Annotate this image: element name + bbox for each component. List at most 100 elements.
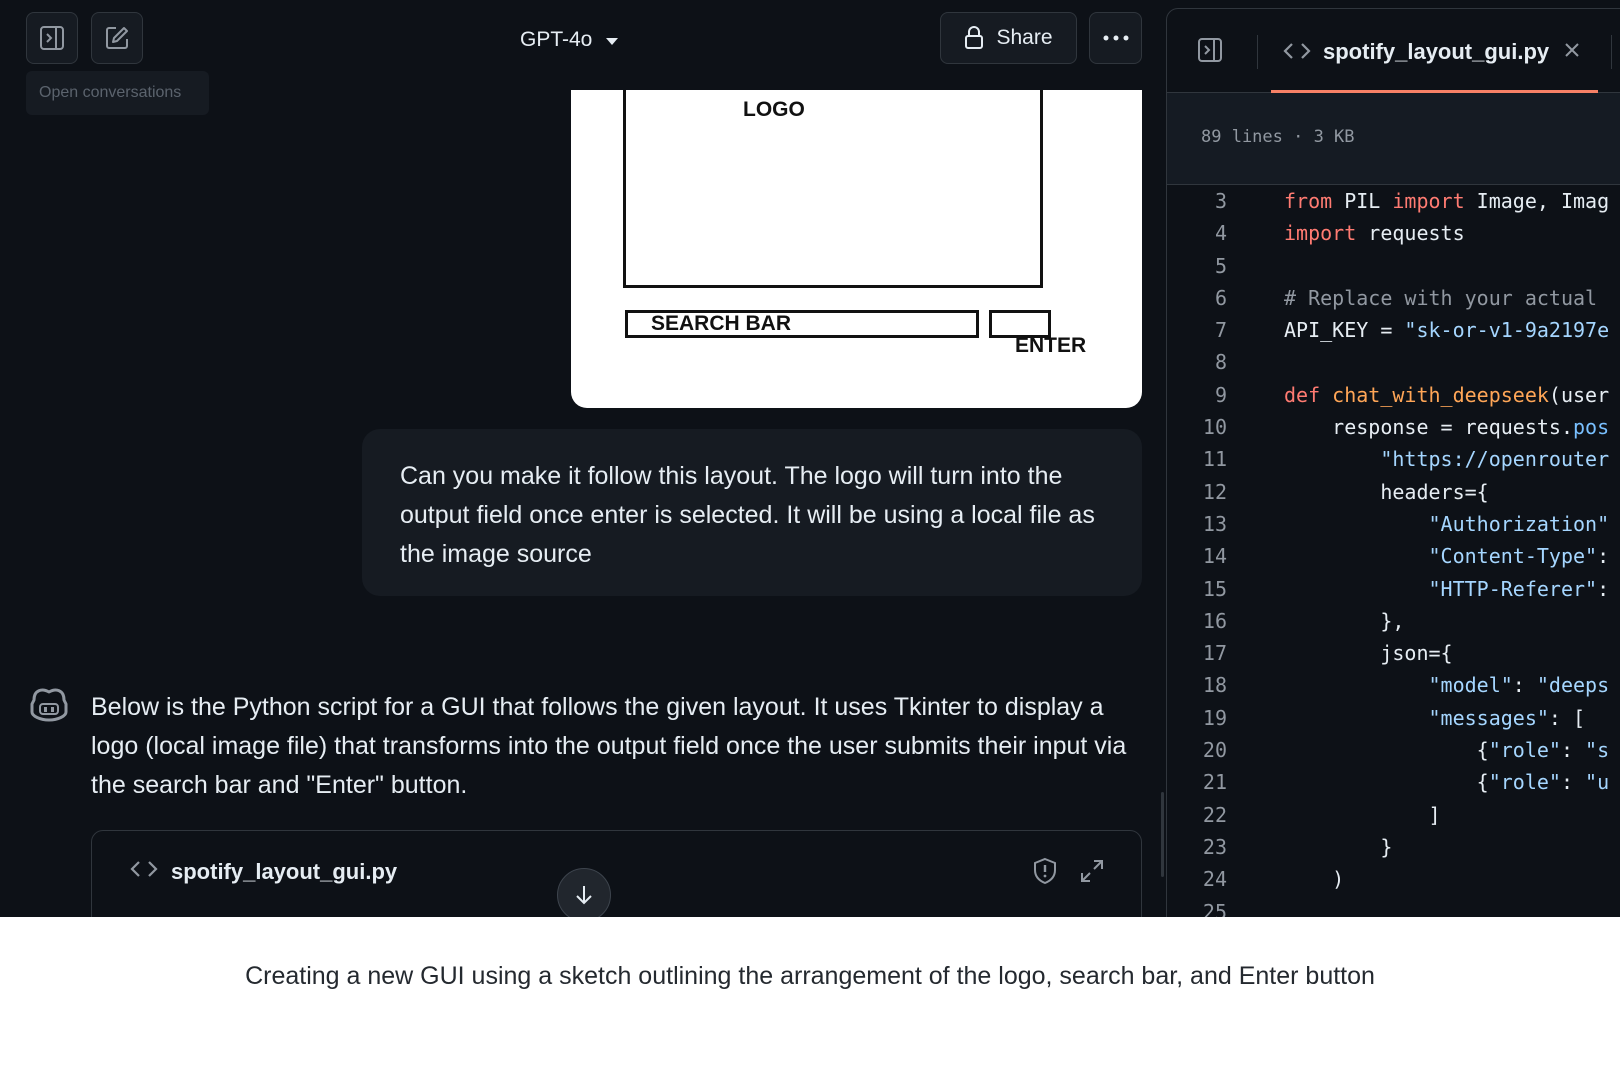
code-text: def chat_with_deepseek(user [1284,382,1610,407]
line-number: 17 [1202,641,1227,666]
shield-icon[interactable] [1032,857,1058,885]
tab-spotify-layout-gui[interactable]: spotify_layout_gui.py [1271,9,1598,93]
file-info: 89 lines · 3 KB [1167,93,1620,185]
code-text: ) [1284,867,1345,892]
code-line: 12 headers={ [1167,476,1620,508]
line-number: 13 [1202,511,1227,536]
line-number: 7 [1214,318,1227,343]
line-number: 25 [1202,899,1227,917]
new-chat-button[interactable] [91,12,143,64]
line-number: 4 [1214,221,1227,246]
scroll-to-bottom-button[interactable] [557,868,611,917]
code-line: 4 import requests [1167,217,1620,249]
code-card-filename: spotify_layout_gui.py [171,859,398,884]
line-number: 24 [1202,867,1227,892]
arrow-down-icon [576,886,592,905]
code-text: import requests [1284,221,1465,246]
close-icon[interactable] [1563,41,1581,59]
code-text: "messages": [ [1428,705,1586,730]
more-icon [1103,35,1128,41]
code-line: 16 }, [1167,605,1620,637]
code-text: API_KEY = "sk-or-v1-9a2197e [1284,318,1610,343]
code-line: 17 json={ [1167,637,1620,669]
line-number: 5 [1214,253,1227,278]
line-number: 3 [1214,189,1227,213]
code-line: 3 from PIL import Image, Imag [1167,185,1620,217]
code-line: 18 "model": "deeps [1167,669,1620,701]
share-label: Share [996,26,1053,49]
code-text: "model": "deeps [1428,673,1610,698]
code-panel-header: spotify_layout_gui.py [1167,9,1620,93]
code-text: from PIL import Image, Imag [1284,189,1610,213]
sketch-logo-label: LOGO [743,98,805,121]
share-button[interactable]: Share [940,12,1077,64]
code-line: 11 "https://openrouter [1167,443,1620,475]
tab-title: spotify_layout_gui.py [1323,39,1550,64]
code-line: 13 "Authorization" [1167,508,1620,540]
code-text: }, [1284,608,1405,633]
expand-icon[interactable] [1080,859,1104,883]
code-panel: spotify_layout_gui.py 89 lines · 3 KB 3 f… [1166,8,1620,917]
code-text: "https://openrouter [1380,447,1610,472]
more-options-button[interactable] [1089,12,1142,64]
header-divider [1611,35,1612,69]
sketch-enter-label: ENTER [1015,334,1087,357]
code-text: response = requests.pos [1284,415,1610,440]
app-window: Open conversations GPT-4o Share LOGO SEA… [0,0,1620,917]
panel-toggle-icon[interactable] [1197,37,1223,63]
sketch-logo-box [623,90,1043,288]
layout-sketch-image: LOGO SEARCH BAR ENTER [571,90,1142,408]
code-line: 19 "messages": [ [1167,702,1620,734]
code-text: ] [1284,802,1441,827]
open-conversations-button[interactable] [26,12,78,64]
code-line: 15 "HTTP-Referer": [1167,573,1620,605]
code-line: 21 {"role": "u [1167,766,1620,798]
sketch-search-label: SEARCH BAR [651,312,792,335]
code-text: headers={ [1284,479,1489,504]
sidebar-toggle-icon [40,26,64,50]
code-text: "HTTP-Referer": [1428,576,1610,601]
header-divider [1257,35,1258,69]
code-text: # Replace with your actual [1284,285,1598,310]
code-line: 23 } [1167,831,1620,863]
line-number: 9 [1214,382,1227,407]
line-number: 22 [1202,802,1227,827]
code-line: 8 [1167,346,1620,378]
code-viewer[interactable]: 3 from PIL import Image, Imag 4 import requ… [1167,185,1620,917]
line-number: 21 [1202,770,1227,795]
code-icon [1283,43,1311,59]
panel-resize-handle[interactable] [1161,792,1164,877]
code-line: 24 ) [1167,863,1620,895]
code-file-card[interactable]: spotify_layout_gui.py [91,830,1142,917]
chevron-down-icon [606,37,619,45]
line-number: 12 [1202,479,1227,504]
user-message: Can you make it follow this layout. The … [362,429,1142,596]
assistant-message: Below is the Python script for a GUI tha… [91,693,1127,799]
line-number: 6 [1214,285,1227,310]
code-icon [130,861,158,877]
code-text: } [1284,834,1393,859]
code-line: 6 # Replace with your actual [1167,282,1620,314]
code-text: json={ [1284,641,1453,666]
line-number: 18 [1202,673,1227,698]
line-number: 11 [1202,447,1227,472]
code-text: {"role": "u [1284,770,1610,795]
code-line: 14 "Content-Type": [1167,540,1620,572]
code-text: "Content-Type": [1428,544,1610,569]
line-number: 15 [1202,576,1227,601]
code-line: 7 API_KEY = "sk-or-v1-9a2197e [1167,314,1620,346]
line-number: 19 [1202,705,1227,730]
code-line: 5 [1167,250,1620,282]
line-number: 14 [1202,544,1227,569]
caption: Creating a new GUI using a sketch outlin… [245,962,1375,990]
code-line: 25 [1167,896,1620,917]
model-name: GPT-4o [520,28,593,51]
line-number: 10 [1202,415,1227,440]
lock-icon [965,26,984,49]
new-chat-icon [106,27,128,49]
code-text: "Authorization" [1428,511,1610,536]
model-picker[interactable]: GPT-4o [520,22,619,58]
copilot-icon [30,688,68,722]
code-line: 20 {"role": "s [1167,734,1620,766]
line-number: 20 [1202,738,1227,763]
